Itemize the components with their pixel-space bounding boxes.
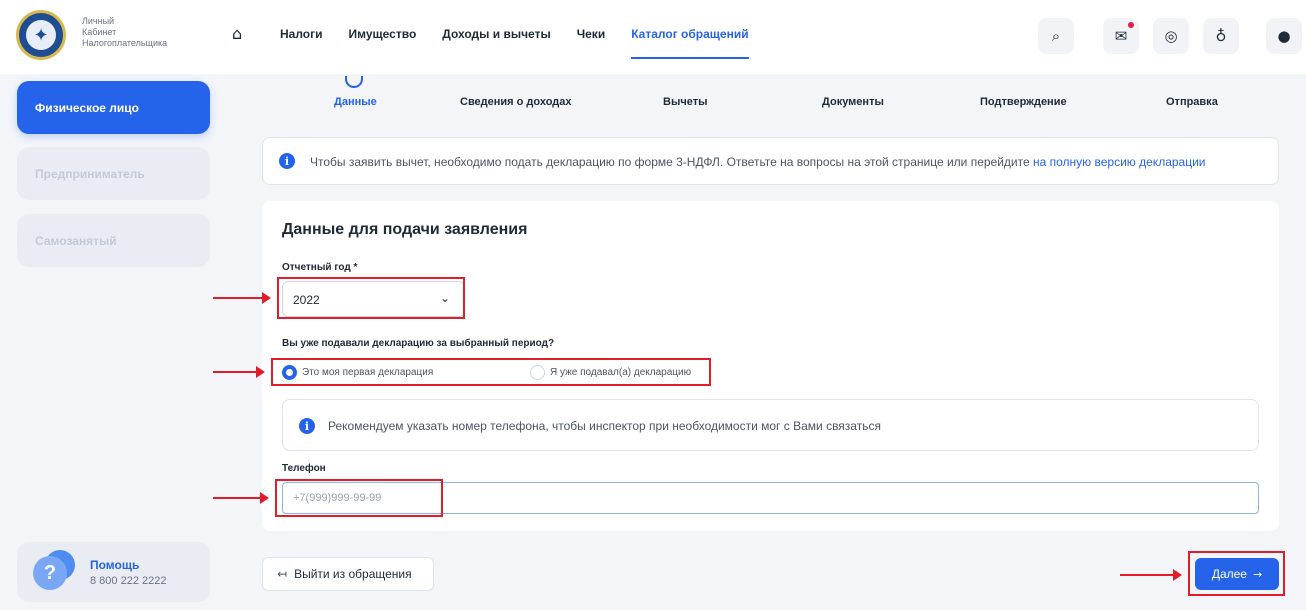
exit-request-button[interactable]: ↤ Выйти из обращения: [262, 557, 434, 591]
nav-item-requests-catalog[interactable]: Каталог обращений: [631, 27, 749, 59]
home-icon[interactable]: ⌂: [232, 24, 252, 44]
info-icon: i: [299, 418, 315, 434]
radio-already-submitted[interactable]: [530, 365, 545, 380]
notification-dot: [1128, 22, 1134, 28]
radio-first-declaration-label[interactable]: Это моя первая декларация: [302, 367, 433, 378]
wizard-steps: Данные Сведения о доходах Вычеты Докумен…: [300, 76, 1260, 114]
year-value: 2022: [293, 293, 320, 307]
next-button[interactable]: Далее →: [1195, 558, 1279, 590]
help-widget[interactable]: ? Помощь 8 800 222 2222: [17, 542, 210, 602]
phone-input[interactable]: [282, 482, 1259, 514]
annotation-radio-arrow: [213, 366, 265, 378]
year-select[interactable]: 2022 ⌄: [282, 281, 465, 317]
step-done-icon: [345, 76, 363, 88]
search-button[interactable]: ⌕: [1038, 18, 1074, 54]
step-income[interactable]: Сведения о доходах: [460, 96, 572, 108]
step-confirmation[interactable]: Подтверждение: [980, 96, 1067, 108]
chevron-down-icon: ⌄: [439, 291, 450, 305]
user-icon: ●: [1277, 27, 1291, 45]
step-sending[interactable]: Отправка: [1166, 96, 1218, 108]
annotation-year-arrow: [213, 292, 271, 304]
profile-button[interactable]: ●: [1266, 18, 1302, 54]
nav-item-property[interactable]: Имущество: [349, 27, 417, 41]
year-label: Отчетный год *: [282, 262, 358, 273]
emblem-icon: ✦: [26, 20, 56, 50]
sidebar-item-entrepreneur[interactable]: Предприниматель: [17, 147, 210, 200]
annotation-phone-arrow: [213, 492, 269, 504]
eye-off-icon: ◎: [1164, 27, 1178, 45]
step-deductions[interactable]: Вычеты: [663, 96, 707, 108]
arrow-right-icon: →: [1252, 567, 1263, 581]
radio-first-declaration[interactable]: [282, 365, 297, 380]
nav-item-receipts[interactable]: Чеки: [577, 27, 606, 41]
info-icon: i: [279, 153, 295, 169]
declaration-question: Вы уже подавали декларацию за выбранный …: [282, 338, 555, 349]
step-documents[interactable]: Документы: [822, 96, 884, 108]
recommendation-text: Рекомендуем указать номер телефона, чтоб…: [328, 419, 881, 433]
info-text: Чтобы заявить вычет, необходимо подать д…: [310, 155, 1206, 169]
top-header: ✦ Личный Кабинет Налогоплательщика ⌂ Нал…: [0, 0, 1306, 74]
nav-item-taxes[interactable]: Налоги: [280, 27, 323, 41]
annotation-next-arrow: [1120, 569, 1182, 581]
radio-already-submitted-label[interactable]: Я уже подавал(а) декларацию: [550, 367, 691, 378]
help-title: Помощь: [90, 558, 140, 572]
sidebar-item-individual[interactable]: Физическое лицо: [17, 81, 210, 134]
sidebar-item-self-employed[interactable]: Самозанятый: [17, 214, 210, 267]
nav-item-income-deductions[interactable]: Доходы и вычеты: [442, 27, 550, 41]
step-data[interactable]: Данные: [334, 96, 377, 108]
phone-label: Телефон: [282, 463, 326, 474]
hide-button[interactable]: ◎: [1153, 18, 1189, 54]
phone-recommendation: i Рекомендуем указать номер телефона, чт…: [282, 399, 1259, 451]
form-card: Данные для подачи заявления Отчетный год…: [262, 201, 1279, 531]
lightbulb-icon: ♁: [1215, 27, 1227, 45]
help-phone: 8 800 222 2222: [90, 575, 167, 587]
info-banner: i Чтобы заявить вычет, необходимо подать…: [262, 137, 1279, 185]
logo-caption: Личный Кабинет Налогоплательщика: [82, 16, 168, 48]
full-declaration-link[interactable]: на полную версию декларации: [1033, 155, 1206, 169]
main-nav: Налоги Имущество Доходы и вычеты Чеки Ка…: [280, 27, 775, 59]
messages-button[interactable]: ✉: [1103, 18, 1139, 54]
form-title: Данные для подачи заявления: [282, 221, 528, 238]
exit-icon: ↤: [277, 567, 288, 581]
tips-button[interactable]: ♁: [1203, 18, 1239, 54]
fns-logo[interactable]: ✦: [16, 10, 66, 60]
help-icon: ?: [33, 556, 67, 590]
mail-icon: ✉: [1114, 27, 1128, 45]
search-icon: ⌕: [1051, 27, 1061, 45]
